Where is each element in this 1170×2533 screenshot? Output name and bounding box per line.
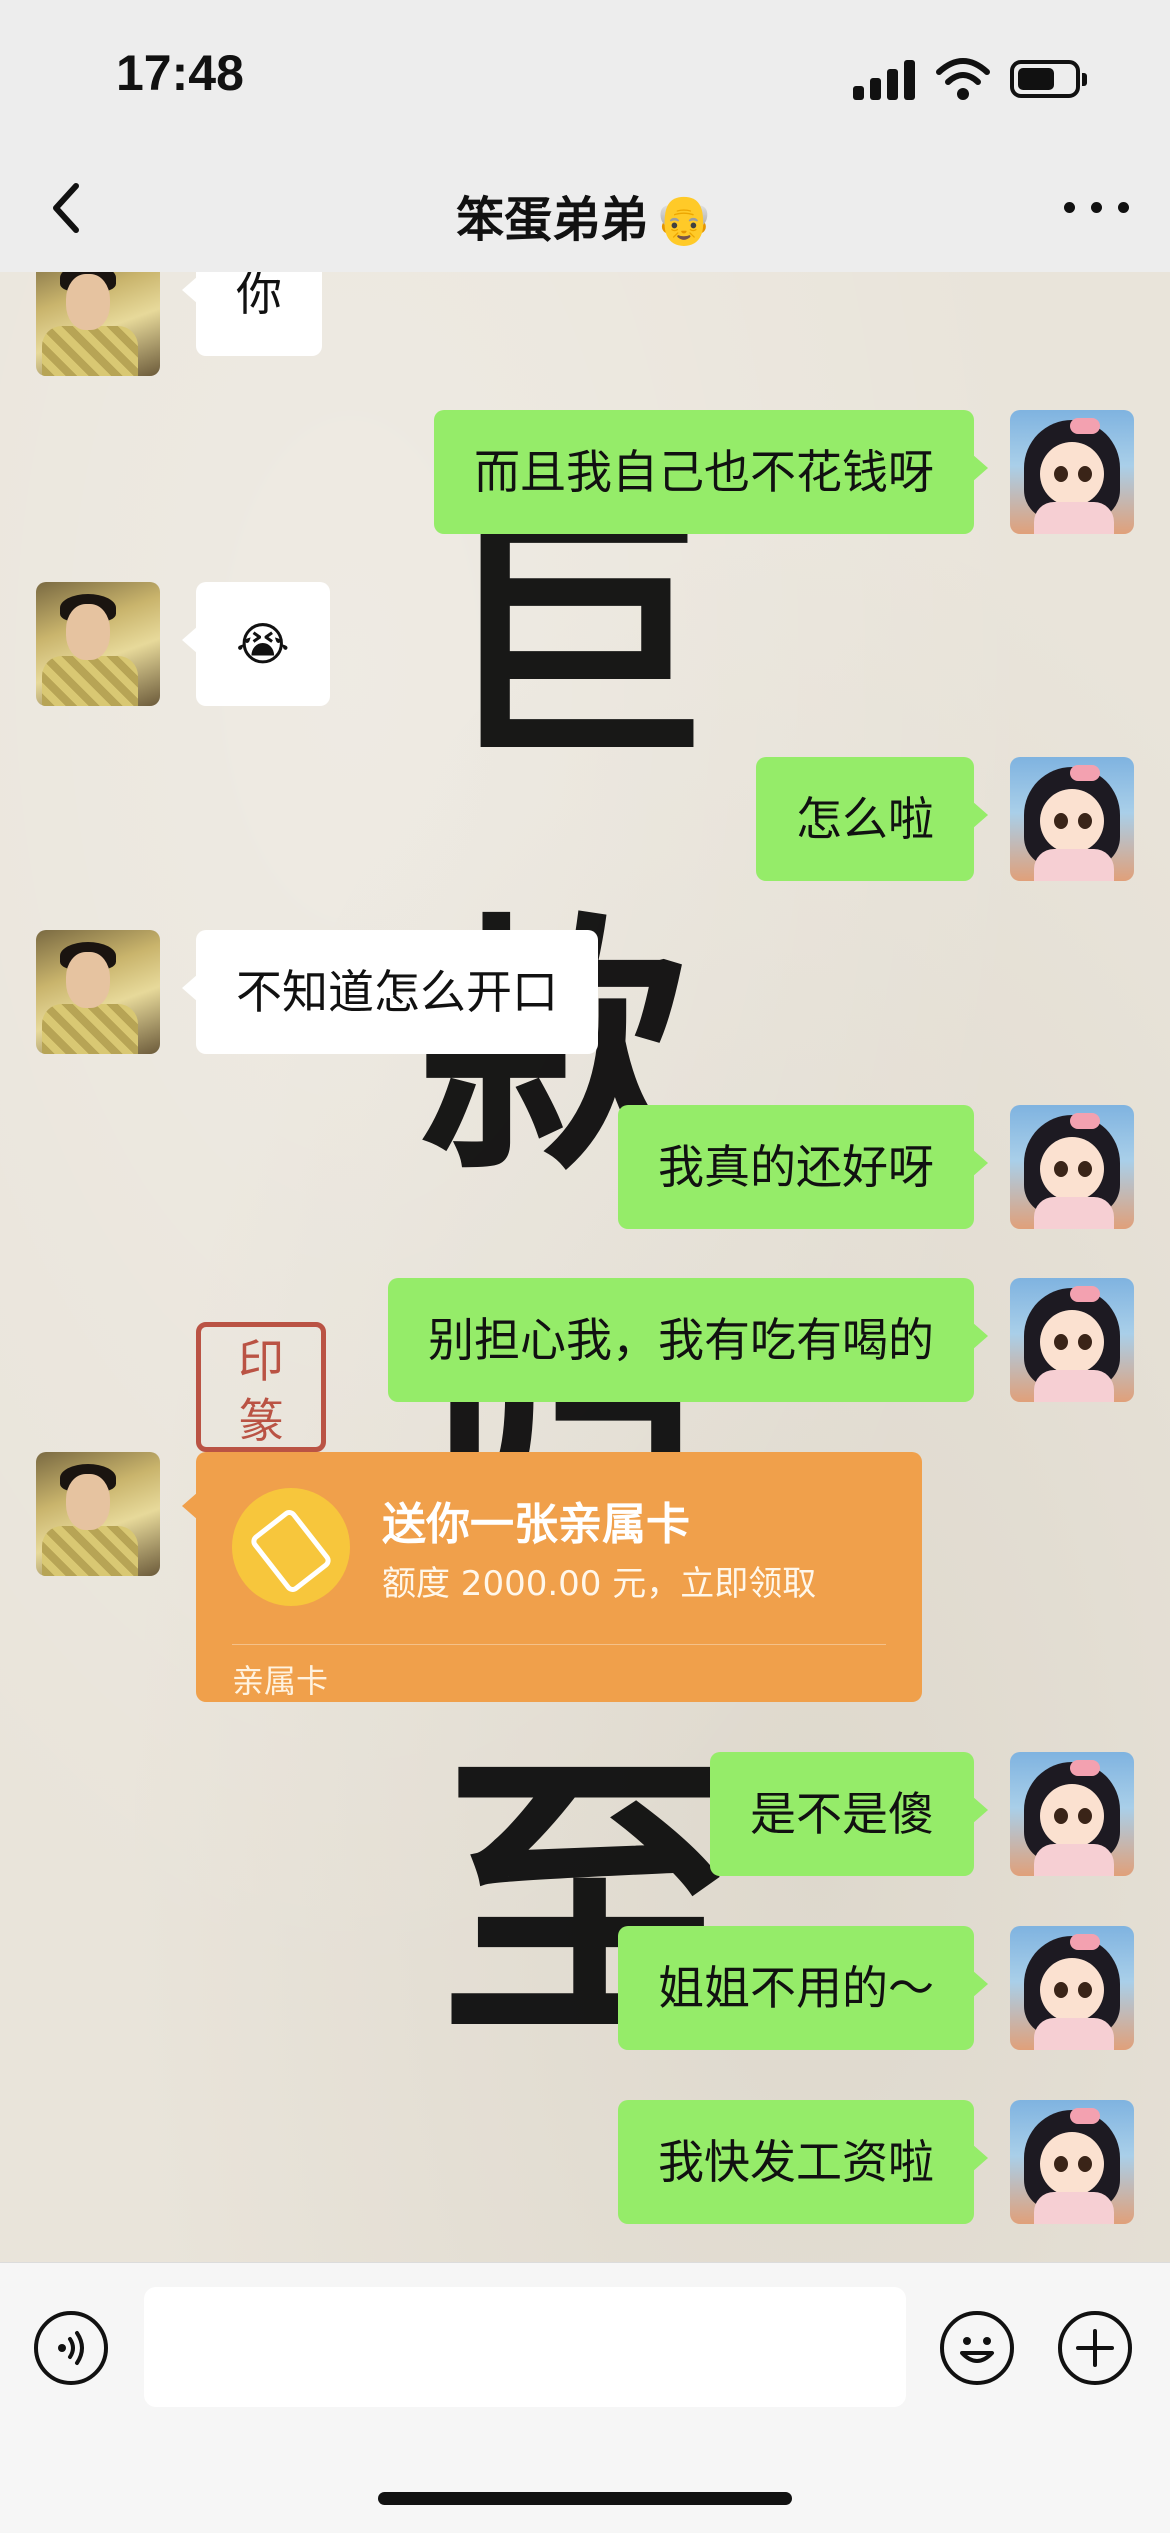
sent-message[interactable]: 我真的还好呀 bbox=[618, 1105, 988, 1229]
contact-name: 笨蛋弟弟 bbox=[456, 192, 649, 248]
my-avatar[interactable] bbox=[1010, 1105, 1134, 1229]
my-avatar[interactable] bbox=[1010, 1278, 1134, 1402]
chat-title: 笨蛋弟弟 👴 bbox=[0, 180, 1170, 250]
background-calligraphy: 巨 bbox=[440, 478, 710, 796]
red-seal-stamp: 印篆 bbox=[196, 1322, 326, 1452]
battery-icon bbox=[1010, 60, 1087, 98]
more-options-icon[interactable] bbox=[1064, 188, 1130, 228]
contact-avatar[interactable] bbox=[36, 582, 160, 706]
chat-area[interactable]: 巨 款 归 至 印篆 你 而且我自己也不花钱呀 😭 怎么啦 不知道怎么开口 我真… bbox=[0, 272, 1170, 2262]
contact-avatar[interactable] bbox=[36, 272, 160, 376]
cellular-signal-icon bbox=[853, 60, 917, 100]
status-bar: 17:48 bbox=[0, 0, 1170, 150]
sent-message[interactable]: 是不是傻 bbox=[710, 1752, 988, 1876]
family-card-icon bbox=[232, 1488, 350, 1606]
card-subtitle: 额度 2000.00 元，立即领取 bbox=[382, 1564, 817, 1604]
wifi-icon bbox=[936, 58, 990, 100]
sent-message[interactable]: 而且我自己也不花钱呀 bbox=[434, 410, 988, 534]
smiley-icon bbox=[960, 2337, 994, 2363]
status-time: 17:48 bbox=[116, 45, 244, 101]
my-avatar[interactable] bbox=[1010, 757, 1134, 881]
my-avatar[interactable] bbox=[1010, 1926, 1134, 2050]
voice-input-button[interactable] bbox=[34, 2311, 108, 2385]
chat-header: 笨蛋弟弟 👴 bbox=[0, 150, 1170, 273]
card-divider bbox=[232, 1644, 886, 1645]
received-message[interactable]: 😭 bbox=[182, 582, 330, 706]
emoji-button[interactable] bbox=[940, 2311, 1014, 2385]
received-message[interactable]: 你 bbox=[182, 272, 322, 356]
sent-message[interactable]: 姐姐不用的～ bbox=[618, 1926, 988, 2050]
voice-icon bbox=[58, 2331, 84, 2365]
message-input[interactable] bbox=[144, 2287, 906, 2407]
my-avatar[interactable] bbox=[1010, 1752, 1134, 1876]
sent-message[interactable]: 怎么啦 bbox=[756, 757, 988, 881]
sent-message[interactable]: 别担心我，我有吃有喝的 bbox=[388, 1278, 988, 1402]
contact-avatar[interactable] bbox=[36, 930, 160, 1054]
sent-message[interactable]: 我快发工资啦 bbox=[618, 2100, 988, 2224]
card-title: 送你一张亲属卡 bbox=[382, 1499, 690, 1550]
contact-avatar[interactable] bbox=[36, 1452, 160, 1576]
plus-icon bbox=[1076, 2329, 1114, 2367]
title-emoji: 👴 bbox=[654, 192, 714, 248]
my-avatar[interactable] bbox=[1010, 410, 1134, 534]
family-card-message[interactable]: 送你一张亲属卡 额度 2000.00 元，立即领取 亲属卡 bbox=[182, 1452, 922, 1702]
more-actions-button[interactable] bbox=[1058, 2311, 1132, 2385]
received-message[interactable]: 不知道怎么开口 bbox=[182, 930, 598, 1054]
home-indicator bbox=[378, 2492, 792, 2505]
my-avatar[interactable] bbox=[1010, 2100, 1134, 2224]
card-footer: 亲属卡 bbox=[232, 1662, 329, 1700]
